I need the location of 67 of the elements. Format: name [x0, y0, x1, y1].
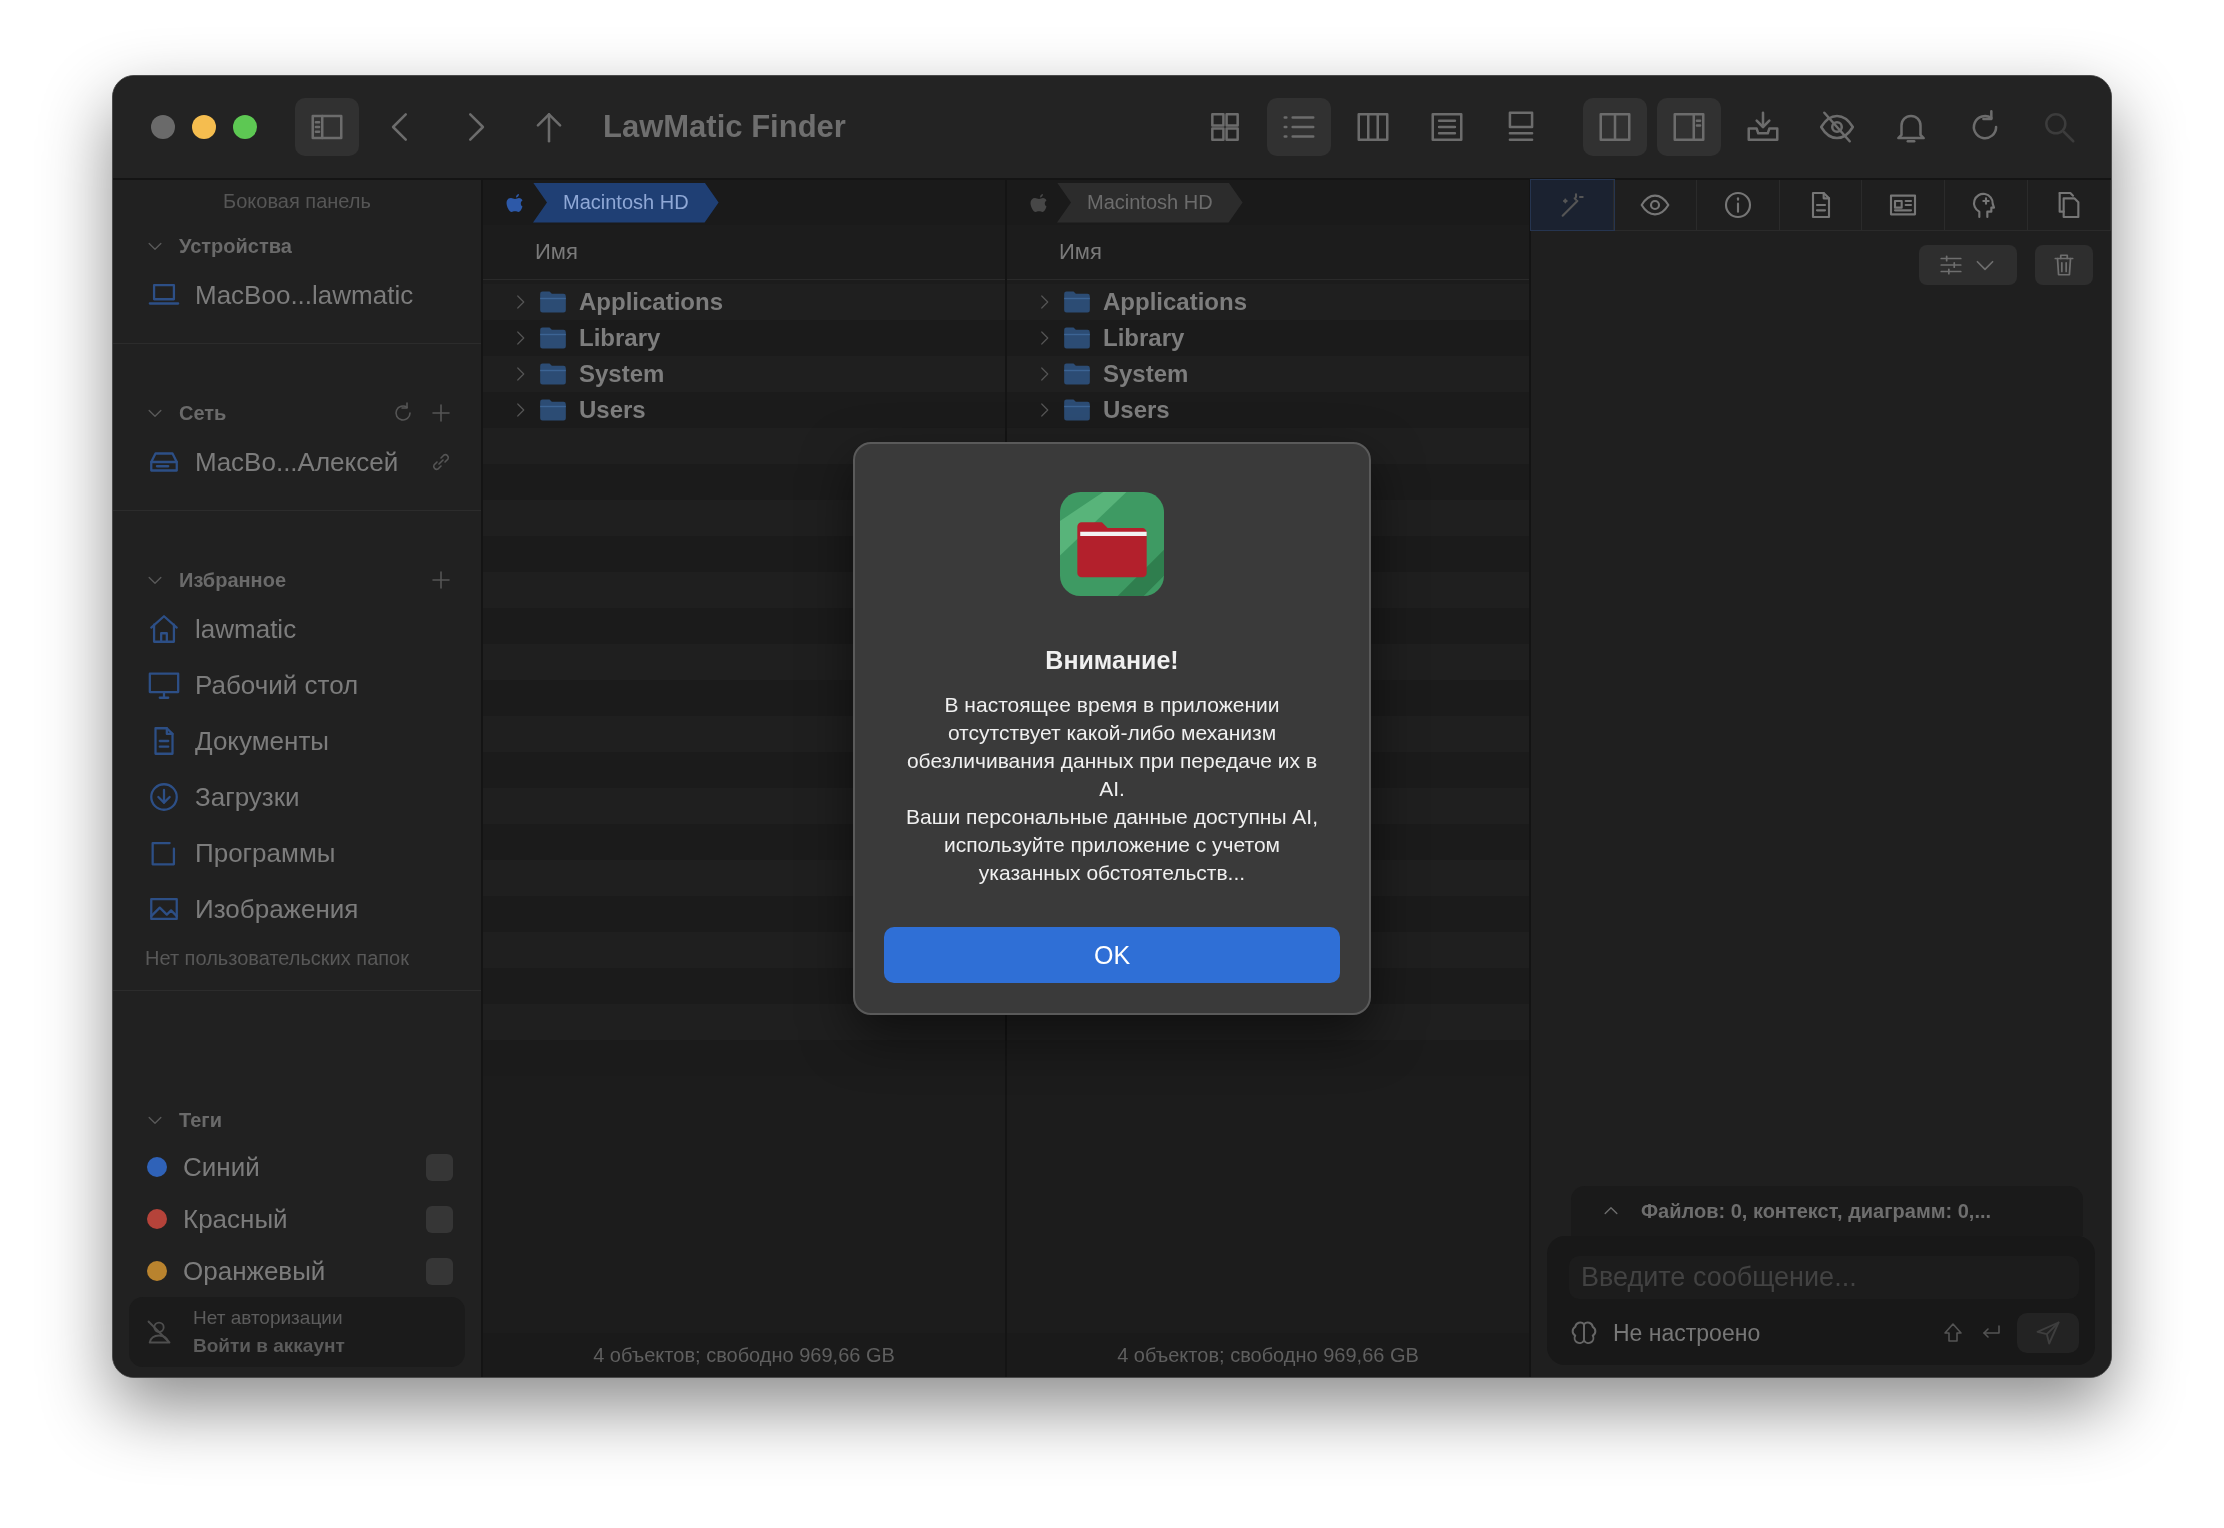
file-name[interactable]: Library [1103, 324, 1185, 352]
folder-icon [539, 326, 567, 350]
file-name[interactable]: System [1103, 360, 1189, 388]
window-title: LawMatic Finder [603, 109, 846, 145]
sidebar-item[interactable]: Оранжевый [183, 1255, 326, 1287]
folder-icon [1063, 362, 1091, 386]
account-status: Нет авторизации [193, 1307, 344, 1329]
summary-text: Файлов: 0, контекст, диаграмм: 0,... [1641, 1199, 1992, 1223]
file-name[interactable]: Applications [1103, 288, 1247, 316]
status-text: 4 объектов; свободно 969,66 GB [1117, 1343, 1419, 1367]
ok-button[interactable]: OK [884, 927, 1340, 983]
column-header[interactable]: Имя [1059, 239, 1102, 265]
sidebar-item[interactable]: Красный [183, 1203, 288, 1235]
column-header[interactable]: Имя [535, 239, 578, 265]
eye-slash-icon [1818, 108, 1856, 146]
sidebar-item[interactable]: Рабочий стол [195, 669, 359, 701]
pane-layout-button[interactable] [1657, 98, 1721, 156]
file-name[interactable]: System [579, 360, 665, 388]
sidebar-item[interactable]: Программы [195, 837, 336, 869]
pane-layout-button[interactable] [1583, 98, 1647, 156]
sidebar-item[interactable]: MacBo...Алексей [195, 446, 399, 478]
file-name[interactable]: Applications [579, 288, 723, 316]
view-mode-button[interactable] [1267, 98, 1331, 156]
sidebar-toggle-button[interactable] [295, 98, 359, 156]
path-crumb[interactable]: Macintosh HD [1057, 182, 1243, 223]
sidebar-item[interactable]: Синий [183, 1151, 260, 1183]
section-header: Сеть [179, 401, 227, 425]
send-button[interactable] [2017, 1313, 2079, 1353]
filter-dropdown[interactable] [1919, 245, 2017, 285]
close-button[interactable] [151, 115, 175, 139]
context-summary[interactable]: Файлов: 0, контекст, диаграмм: 0,... [1571, 1186, 2083, 1236]
file-name[interactable]: Users [579, 396, 646, 424]
shift-icon [1941, 1321, 1965, 1345]
send-icon [2034, 1319, 2062, 1347]
dialog-message: В настоящее время в приложении отсутствует какой-либо механизм обезличивания данных при передаче их в AI. [905, 692, 1319, 802]
zoom-button[interactable] [233, 115, 257, 139]
download-icon [147, 780, 181, 814]
file-name[interactable]: Users [1103, 396, 1170, 424]
section-header: Устройства [179, 234, 292, 258]
folder-icon [539, 290, 567, 314]
dialog-message: Ваши персональные данные доступны AI, используйте приложение с учетом указанных обстоятельств... [905, 804, 1319, 886]
folder-icon [539, 362, 567, 386]
sidebar-item[interactable]: Загрузки [195, 781, 300, 813]
login-link[interactable]: Войти в аккаунт [193, 1335, 345, 1357]
account-card[interactable]: Нет авторизации Войти в аккаунт [129, 1297, 465, 1367]
minimize-button[interactable] [192, 115, 216, 139]
add-icon[interactable] [429, 568, 453, 592]
home-icon [147, 612, 181, 646]
folder-icon [1063, 398, 1091, 422]
trash-icon [2051, 252, 2077, 278]
folder-icon [1063, 326, 1091, 350]
status-text: 4 объектов; свободно 969,66 GB [593, 1343, 895, 1367]
add-icon[interactable] [429, 401, 453, 425]
path-crumb[interactable]: Macintosh HD [533, 182, 719, 223]
section-header: Теги [179, 1108, 222, 1132]
model-selector[interactable]: Не настроено [1613, 1319, 1761, 1347]
dialog-title: Внимание! [1045, 646, 1179, 675]
sidebar-item[interactable]: MacBoo...lawmatic [195, 279, 414, 311]
delete-button[interactable] [2035, 245, 2093, 285]
sidebar-item[interactable]: Документы [195, 725, 330, 757]
section-header: Избранное [179, 568, 286, 592]
folder-icon [539, 398, 567, 422]
folder-icon [1063, 290, 1091, 314]
user-slash-icon [145, 1318, 173, 1346]
file-name[interactable]: Library [579, 324, 661, 352]
sidebar-item[interactable]: Изображения [195, 893, 359, 925]
sidebar-item[interactable]: lawmatic [195, 613, 297, 645]
